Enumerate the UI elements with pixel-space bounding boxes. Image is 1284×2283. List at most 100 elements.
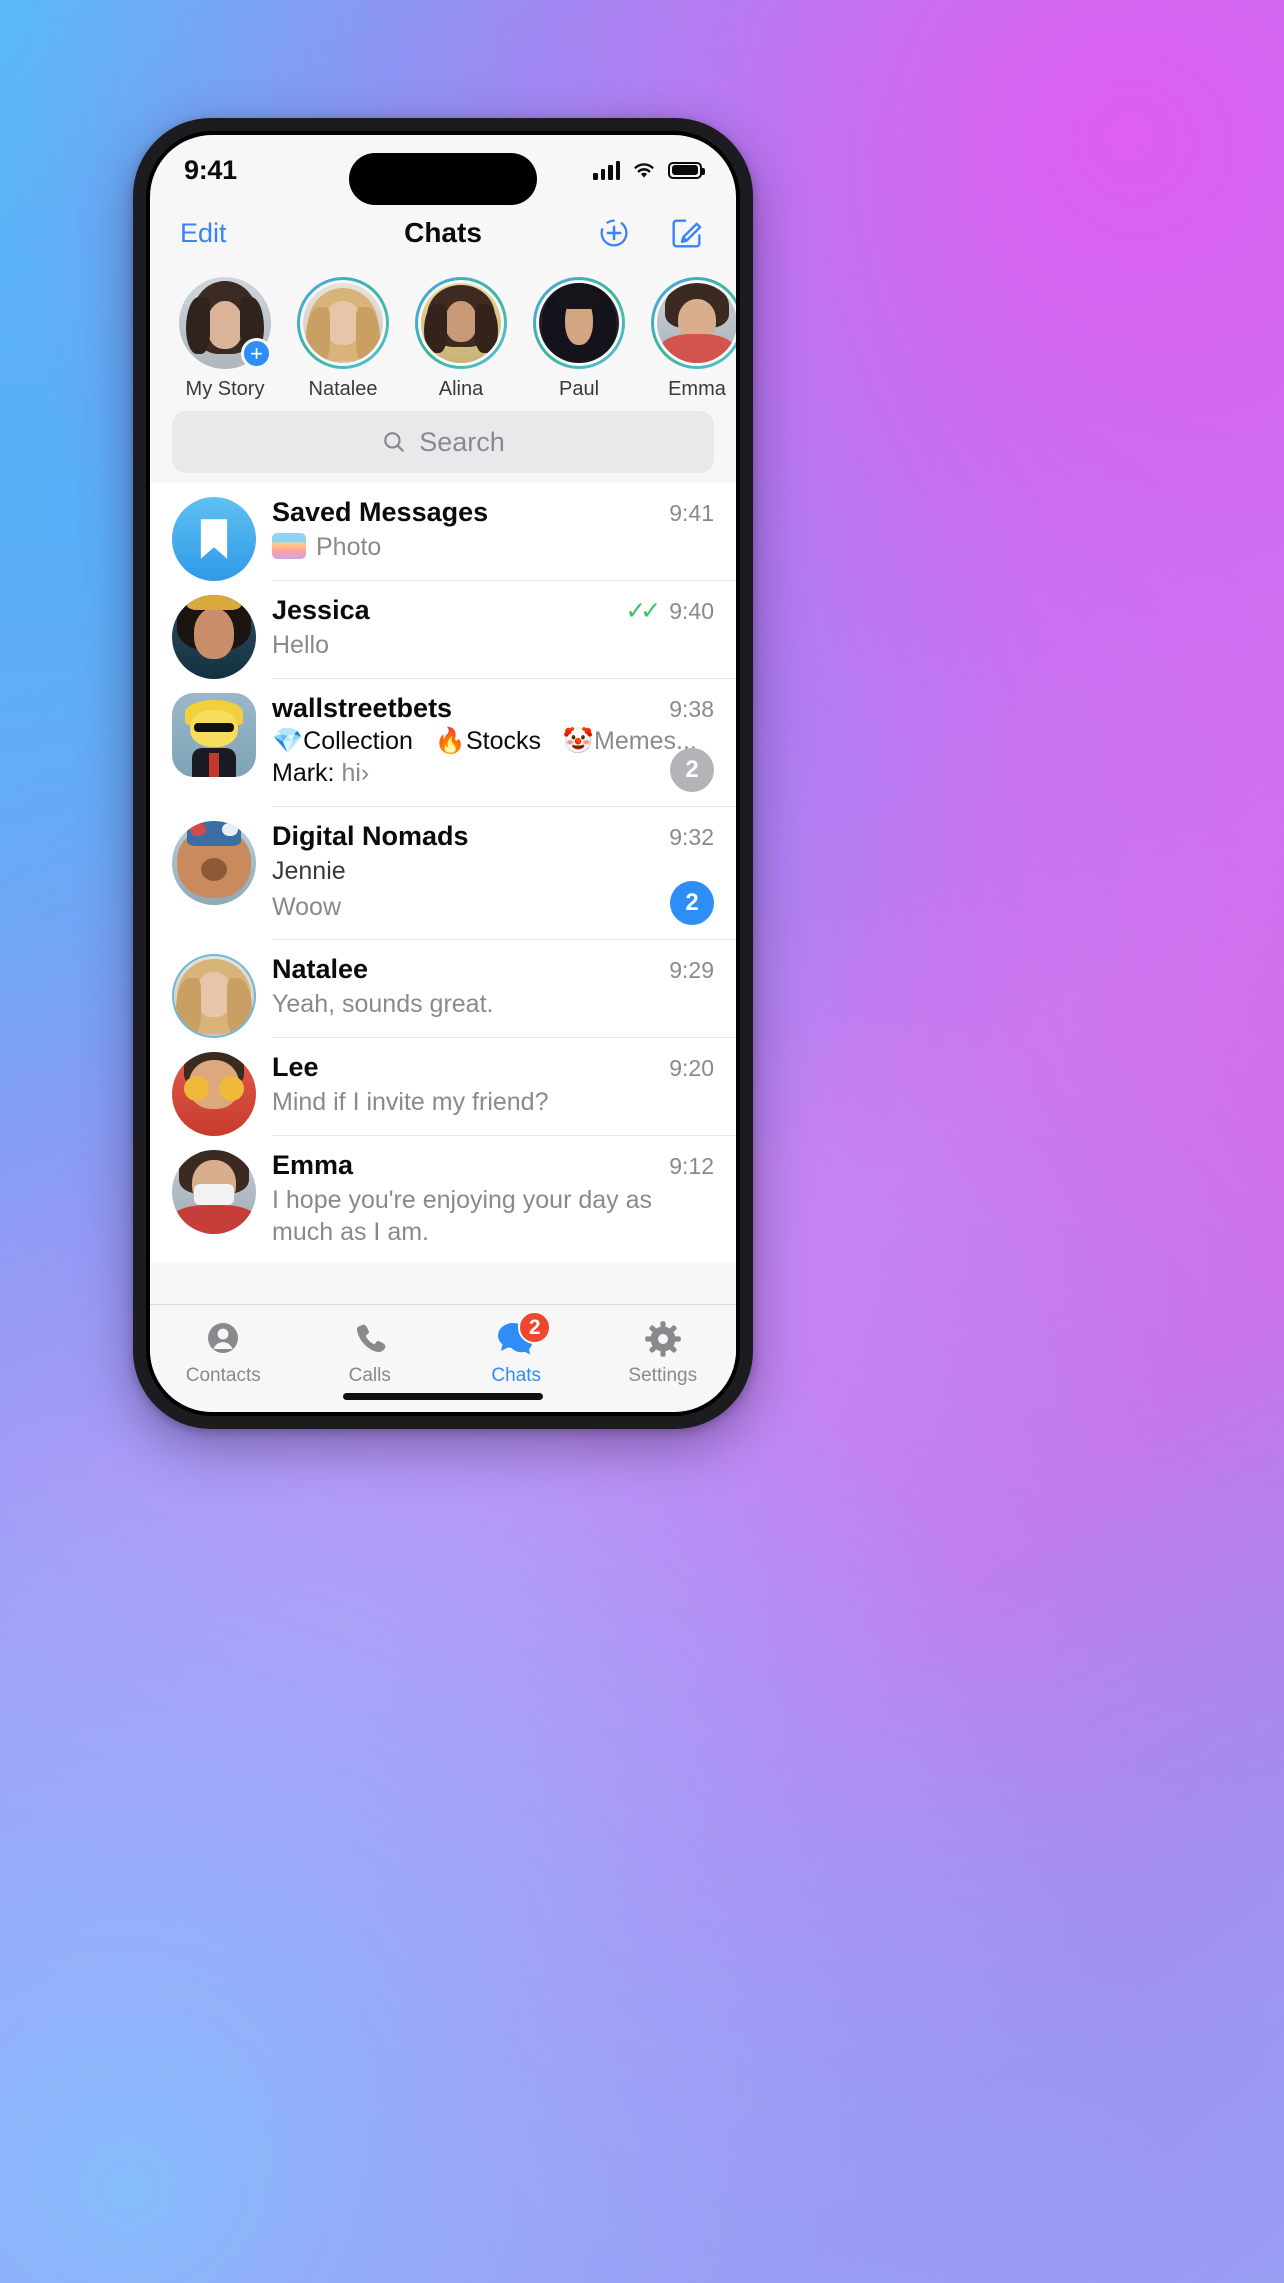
chat-row-lee[interactable]: Lee 9:20 Mind if I invite my friend? xyxy=(150,1038,736,1136)
chat-row-digital-nomads[interactable]: Digital Nomads 9:32 Jennie Woow 2 xyxy=(150,807,736,940)
chat-row-content: Emma 9:12 I hope you're enjoying your da… xyxy=(272,1136,736,1262)
add-story-plus-badge[interactable]: + xyxy=(241,338,272,369)
story-item-alina[interactable]: Alina xyxy=(402,277,520,401)
tab-settings[interactable]: Settings xyxy=(590,1319,737,1387)
avatar-emma xyxy=(172,1150,256,1234)
chat-time: 9:29 xyxy=(669,957,714,983)
story-label: Emma xyxy=(668,378,726,400)
avatar xyxy=(536,280,622,366)
phone-device-frame: 9:41 Edit Chats + My Story Natalee Alina… xyxy=(133,118,753,1429)
chat-row-content: Saved Messages 9:41 Photo xyxy=(272,483,736,581)
chat-row-saved-messages[interactable]: Saved Messages 9:41 Photo xyxy=(150,483,736,581)
chat-row-content: Jessica ✓✓ 9:40 Hello xyxy=(272,581,736,679)
chat-row-jessica[interactable]: Jessica ✓✓ 9:40 Hello xyxy=(150,581,736,679)
chat-name: Natalee xyxy=(272,954,369,984)
chat-meta: 9:41 xyxy=(669,500,714,527)
tab-contacts[interactable]: Contacts xyxy=(150,1319,297,1387)
home-indicator[interactable] xyxy=(343,1393,543,1400)
story-avatar-ring xyxy=(297,277,389,369)
cellular-bars-icon xyxy=(593,160,620,180)
chat-time: 9:32 xyxy=(669,824,714,850)
avatar-jessica xyxy=(172,595,256,679)
chat-preview: Hello xyxy=(272,631,329,659)
tab-label: Calls xyxy=(348,1365,391,1386)
photo-thumbnail-icon xyxy=(272,533,306,559)
chat-row-emma[interactable]: Emma 9:12 I hope you're enjoying your da… xyxy=(150,1136,736,1262)
chat-name: Emma xyxy=(272,1150,354,1180)
chat-preview-text: Photo xyxy=(316,533,382,561)
avatar xyxy=(300,280,386,366)
chat-row-content: wallstreetbets 9:38 💎Collection 🔥Stocks … xyxy=(272,679,736,807)
chat-row-content: Digital Nomads 9:32 Jennie Woow 2 xyxy=(272,807,736,940)
avatar-wallstreetbets xyxy=(172,693,256,777)
avatar-natalee xyxy=(172,954,256,1038)
story-avatar-ring xyxy=(533,277,625,369)
add-story-circle-plus-icon[interactable] xyxy=(596,214,634,252)
story-label: Alina xyxy=(438,378,484,400)
chat-row-wallstreetbets[interactable]: wallstreetbets 9:38 💎Collection 🔥Stocks … xyxy=(150,679,736,807)
chat-time: 9:20 xyxy=(669,1055,714,1081)
chat-meta: 9:20 xyxy=(669,1055,714,1082)
search-container: Search xyxy=(150,407,736,483)
chat-meta: 9:29 xyxy=(669,957,714,984)
compose-pencil-square-icon[interactable] xyxy=(668,214,706,252)
chat-name: Digital Nomads xyxy=(272,821,469,851)
tab-label: Settings xyxy=(628,1365,698,1386)
story-avatar-ring xyxy=(651,277,736,369)
phone-bezel: 9:41 Edit Chats + My Story Natalee Alina… xyxy=(146,131,740,1416)
chat-list: Saved Messages 9:41 Photo Jessica ✓✓ 9:4… xyxy=(150,483,736,1262)
bookmark-icon xyxy=(200,519,228,559)
contacts-person-icon xyxy=(208,1323,239,1353)
chat-meta: 9:12 xyxy=(669,1153,714,1180)
chat-name: Jessica xyxy=(272,595,370,625)
tag-collection-label[interactable]: Collection xyxy=(303,727,413,755)
tab-label: Chats xyxy=(491,1365,542,1386)
battery-icon xyxy=(668,161,705,179)
unread-badge: 2 xyxy=(670,881,714,925)
search-input[interactable]: Search xyxy=(172,411,714,473)
story-item-paul[interactable]: Paul xyxy=(520,277,638,401)
chat-meta: 9:32 xyxy=(669,824,714,851)
chat-row-content: Lee 9:20 Mind if I invite my friend? xyxy=(272,1038,736,1136)
avatar xyxy=(654,280,736,366)
phone-handset-icon xyxy=(356,1324,386,1353)
unread-badge: 2 xyxy=(670,748,714,792)
tab-unread-badge: 2 xyxy=(518,1311,552,1344)
stories-carousel[interactable]: + My Story Natalee Alina Paul Emma xyxy=(150,269,736,407)
tab-chats[interactable]: 2 Chats xyxy=(443,1311,590,1387)
chat-preview: Photo xyxy=(272,532,714,564)
edit-button[interactable]: Edit xyxy=(180,218,227,249)
tab-label: Contacts xyxy=(185,1365,261,1386)
chat-time: 9:40 xyxy=(669,597,714,624)
chat-sender: Mark: xyxy=(272,759,335,787)
chat-meta: 9:38 xyxy=(669,696,714,723)
chat-preview: I hope you're enjoying your day as much … xyxy=(272,1186,653,1246)
chat-name: wallstreetbets xyxy=(272,693,453,723)
tag-stocks-label[interactable]: Stocks xyxy=(466,727,541,755)
story-label: My Story xyxy=(185,378,265,400)
search-placeholder: Search xyxy=(419,426,505,457)
avatar-saved-messages xyxy=(172,497,256,581)
chat-from-message: hi xyxy=(341,759,361,787)
status-bar-time: 9:41 xyxy=(184,154,237,185)
story-item-my-story[interactable]: + My Story xyxy=(166,277,284,401)
tag-collection-emoji: 💎 xyxy=(272,727,304,755)
chevron-right-icon: › xyxy=(360,759,370,787)
avatar xyxy=(418,280,504,366)
status-bar-indicators xyxy=(593,160,705,180)
phone-screen: 9:41 Edit Chats + My Story Natalee Alina… xyxy=(150,135,736,1412)
story-item-emma[interactable]: Emma xyxy=(638,277,736,401)
tab-calls[interactable]: Calls xyxy=(297,1319,444,1387)
gear-icon xyxy=(644,1321,681,1357)
status-bar: 9:41 xyxy=(150,135,736,205)
story-label: Natalee xyxy=(308,378,378,400)
chat-time: 9:41 xyxy=(669,500,714,526)
chat-row-content: Natalee 9:29 Yeah, sounds great. xyxy=(272,940,736,1038)
avatar-digital-nomads xyxy=(172,821,256,905)
chat-name: Lee xyxy=(272,1052,319,1082)
chat-time: 9:38 xyxy=(669,696,714,722)
chat-meta: ✓✓ 9:40 xyxy=(625,596,714,626)
avatar-lee xyxy=(172,1052,256,1136)
chat-row-natalee[interactable]: Natalee 9:29 Yeah, sounds great. xyxy=(150,940,736,1038)
story-item-natalee[interactable]: Natalee xyxy=(284,277,402,401)
